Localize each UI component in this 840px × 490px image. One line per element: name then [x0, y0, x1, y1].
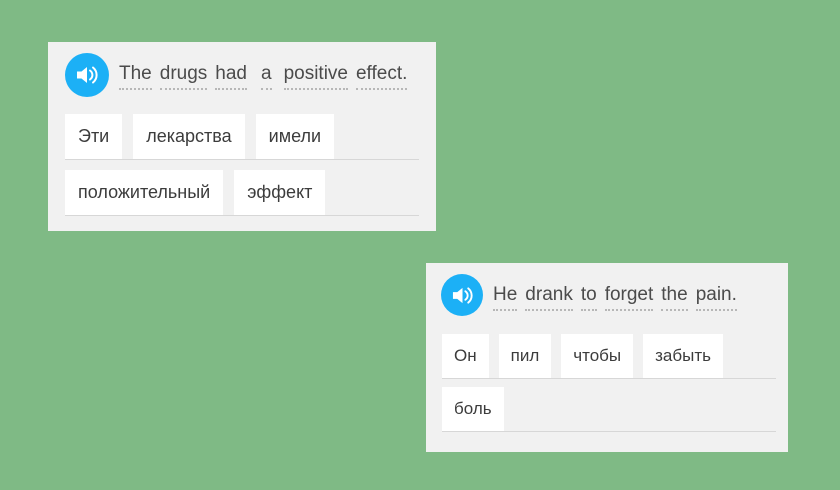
prompt-word[interactable]: a: [260, 63, 272, 90]
word-tile[interactable]: пил: [498, 334, 552, 378]
speaker-icon: [77, 66, 98, 84]
answer-row: положительный эффект: [65, 169, 419, 216]
prompt-word[interactable]: He: [493, 284, 518, 311]
word-tile[interactable]: Он: [442, 334, 489, 378]
exercise-card-1: The drugs had a positive effect. Эти лек…: [48, 42, 436, 231]
prompt-word[interactable]: The: [119, 63, 152, 90]
prompt-word[interactable]: the: [661, 284, 688, 311]
exercise-card-2: He drank to forget the pain. Он пил чтоб…: [426, 263, 788, 452]
prompt-word[interactable]: drugs: [159, 63, 208, 90]
word-tile[interactable]: положительный: [65, 170, 224, 215]
prompt-word[interactable]: to: [580, 284, 597, 311]
word-tile[interactable]: забыть: [643, 334, 723, 378]
word-tile[interactable]: Эти: [65, 114, 123, 159]
speaker-icon: [452, 286, 473, 304]
prompt-sentence: The drugs had a positive effect.: [119, 63, 408, 90]
prompt-word[interactable]: pain.: [695, 284, 737, 311]
word-tile[interactable]: чтобы: [561, 334, 634, 378]
word-tile[interactable]: имели: [255, 114, 335, 159]
answer-row: боль: [442, 385, 776, 432]
prompt-word[interactable]: had: [215, 63, 247, 90]
answer-row: Он пил чтобы забыть: [442, 332, 776, 379]
prompt-word[interactable]: forget: [604, 284, 654, 311]
prompt-word[interactable]: drank: [525, 284, 573, 311]
prompt-word[interactable]: positive: [283, 63, 348, 90]
prompt-sentence: He drank to forget the pain.: [493, 284, 737, 311]
answer-row: Эти лекарства имели: [65, 113, 419, 160]
prompt-word[interactable]: effect.: [355, 63, 408, 90]
word-tile[interactable]: эффект: [234, 170, 326, 215]
word-tile[interactable]: боль: [442, 387, 504, 431]
play-audio-button[interactable]: [65, 53, 109, 97]
word-tile[interactable]: лекарства: [133, 114, 245, 159]
play-audio-button[interactable]: [441, 274, 483, 316]
